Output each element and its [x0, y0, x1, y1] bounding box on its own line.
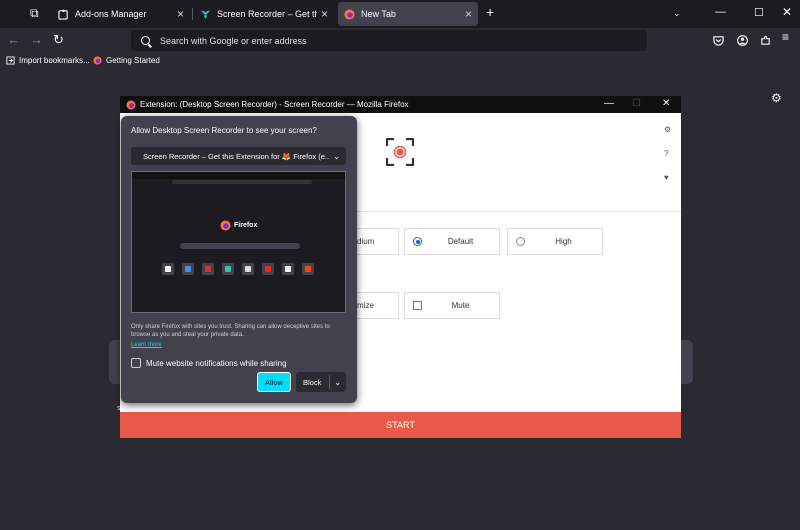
firefox-icon: [220, 220, 231, 231]
firefox-icon: [344, 8, 355, 20]
bookmark-getting-started[interactable]: Getting Started: [93, 56, 160, 65]
block-button[interactable]: Block ⌄: [296, 372, 346, 392]
help-icon[interactable]: ?: [664, 149, 668, 158]
option-minimize[interactable]: mize: [357, 292, 399, 319]
list-all-tabs-icon[interactable]: ⌄: [673, 8, 681, 19]
maximize-icon[interactable]: ☐: [754, 6, 764, 19]
tab-label: New Tab: [361, 9, 396, 19]
sharing-warning: Only share Firefox with sites you trust.…: [131, 324, 330, 338]
divider: [329, 375, 331, 389]
puzzle-icon: [58, 9, 68, 20]
bookmarks-toolbar: Import bookmarks... Getting Started: [0, 53, 800, 71]
close-icon[interactable]: ×: [177, 8, 184, 20]
tab-new-tab[interactable]: New Tab ×: [338, 2, 478, 26]
preview-tile: [282, 263, 294, 275]
gear-icon[interactable]: ⚙: [771, 91, 782, 105]
preview-urlbar: [172, 180, 312, 184]
tab-addons-manager[interactable]: Add-ons Manager ×: [52, 2, 190, 26]
import-icon: [6, 56, 15, 65]
option-label: Mute: [451, 301, 470, 310]
preview-tile: [242, 263, 254, 275]
settings-icon[interactable]: ⚙: [664, 125, 671, 134]
forward-icon[interactable]: →: [30, 32, 43, 47]
menu-icon[interactable]: ≡: [782, 30, 789, 44]
preview-tile: [162, 263, 174, 275]
screen-share-permission-popup: Allow Desktop Screen Recorder to see you…: [121, 116, 357, 403]
preview-firefox-logo: Firefox: [220, 220, 257, 231]
option-label: mize: [357, 301, 374, 310]
extension-window-titlebar: Extension: (Desktop Screen Recorder) - S…: [120, 96, 681, 113]
selected-source-label: Screen Recorder – Get this Extension for…: [143, 151, 330, 161]
preview-tabstrip: [132, 172, 345, 179]
screen-recorder-tab-icon: [200, 10, 211, 19]
mute-notifications-checkbox[interactable]: [131, 358, 141, 368]
bookmark-import[interactable]: Import bookmarks...: [6, 56, 90, 65]
navigation-bar: ← → ↻ ≡: [0, 28, 800, 53]
pocket-icon[interactable]: [713, 35, 724, 46]
close-icon[interactable]: ×: [321, 8, 328, 20]
bookmark-label: Import bookmarks...: [19, 56, 90, 65]
quality-option-medium[interactable]: dium: [357, 228, 399, 255]
heart-icon[interactable]: ♥: [664, 173, 669, 182]
new-tab-button[interactable]: +: [486, 4, 494, 20]
url-bar[interactable]: [131, 30, 647, 51]
preview-tile: [182, 263, 194, 275]
close-window-icon[interactable]: ✕: [782, 5, 792, 19]
quality-option-default[interactable]: Default: [404, 228, 500, 255]
mute-checkbox[interactable]: [413, 301, 422, 310]
preview-tile: [302, 263, 314, 275]
option-label: High: [555, 237, 572, 246]
bookmark-label: Getting Started: [106, 56, 160, 65]
divider: [357, 211, 681, 212]
chevron-down-icon: ⌄: [333, 151, 340, 161]
page-background-card: [681, 340, 693, 384]
option-mute[interactable]: Mute: [404, 292, 500, 319]
radio-selected[interactable]: [413, 237, 422, 246]
option-label: dium: [357, 237, 375, 246]
share-source-select[interactable]: Screen Recorder – Get this Extension for…: [131, 147, 346, 165]
permission-question: Allow Desktop Screen Recorder to see you…: [131, 126, 317, 135]
back-icon[interactable]: ←: [7, 32, 20, 47]
minimize-icon[interactable]: —: [715, 6, 726, 18]
start-button[interactable]: START: [120, 412, 681, 438]
extensions-icon[interactable]: [760, 35, 771, 46]
account-icon[interactable]: [737, 35, 748, 46]
chevron-down-icon[interactable]: ⌄: [334, 378, 341, 387]
extension-window-title: Extension: (Desktop Screen Recorder) - S…: [140, 100, 409, 109]
preview-brand: Firefox: [234, 222, 258, 229]
search-icon: [141, 36, 150, 45]
allow-button[interactable]: Allow: [257, 372, 291, 392]
preview-tile: [202, 263, 214, 275]
screen-preview: Firefox: [131, 171, 346, 313]
tab-screen-recorder[interactable]: Screen Recorder – Get this Exte ×: [194, 2, 334, 26]
option-label: Default: [447, 237, 474, 246]
mute-notifications-label: Mute website notifications while sharing: [146, 358, 287, 368]
mute-notifications-option[interactable]: Mute website notifications while sharing: [131, 358, 287, 368]
radio-unselected[interactable]: [516, 237, 525, 246]
firefox-icon: [93, 56, 102, 65]
preview-tile: [222, 263, 234, 275]
tab-strip: ⧉ Add-ons Manager × Screen Recorder – Ge…: [0, 0, 800, 28]
quality-option-high[interactable]: High: [507, 228, 603, 255]
record-icon: [386, 138, 414, 166]
learn-more-link[interactable]: Learn more: [131, 342, 162, 348]
tab-label: Screen Recorder – Get this Exte: [217, 9, 317, 19]
block-label: Block: [303, 377, 322, 387]
url-input[interactable]: [160, 35, 580, 46]
tab-separator: [192, 8, 193, 20]
preview-top-sites: [162, 263, 314, 275]
firefox-icon: [126, 100, 136, 109]
firefox-view-icon[interactable]: ⧉: [30, 6, 39, 21]
close-window-icon[interactable]: ✕: [662, 98, 670, 109]
allow-label: Allow: [265, 377, 283, 387]
preview-searchbar: [180, 243, 300, 249]
reload-icon[interactable]: ↻: [53, 32, 64, 48]
minimize-icon[interactable]: —: [604, 98, 614, 109]
close-icon[interactable]: ×: [465, 8, 472, 20]
maximize-icon: ☐: [632, 98, 641, 109]
tab-label: Add-ons Manager: [75, 9, 147, 19]
start-label: START: [386, 420, 415, 430]
preview-tile: [262, 263, 274, 275]
